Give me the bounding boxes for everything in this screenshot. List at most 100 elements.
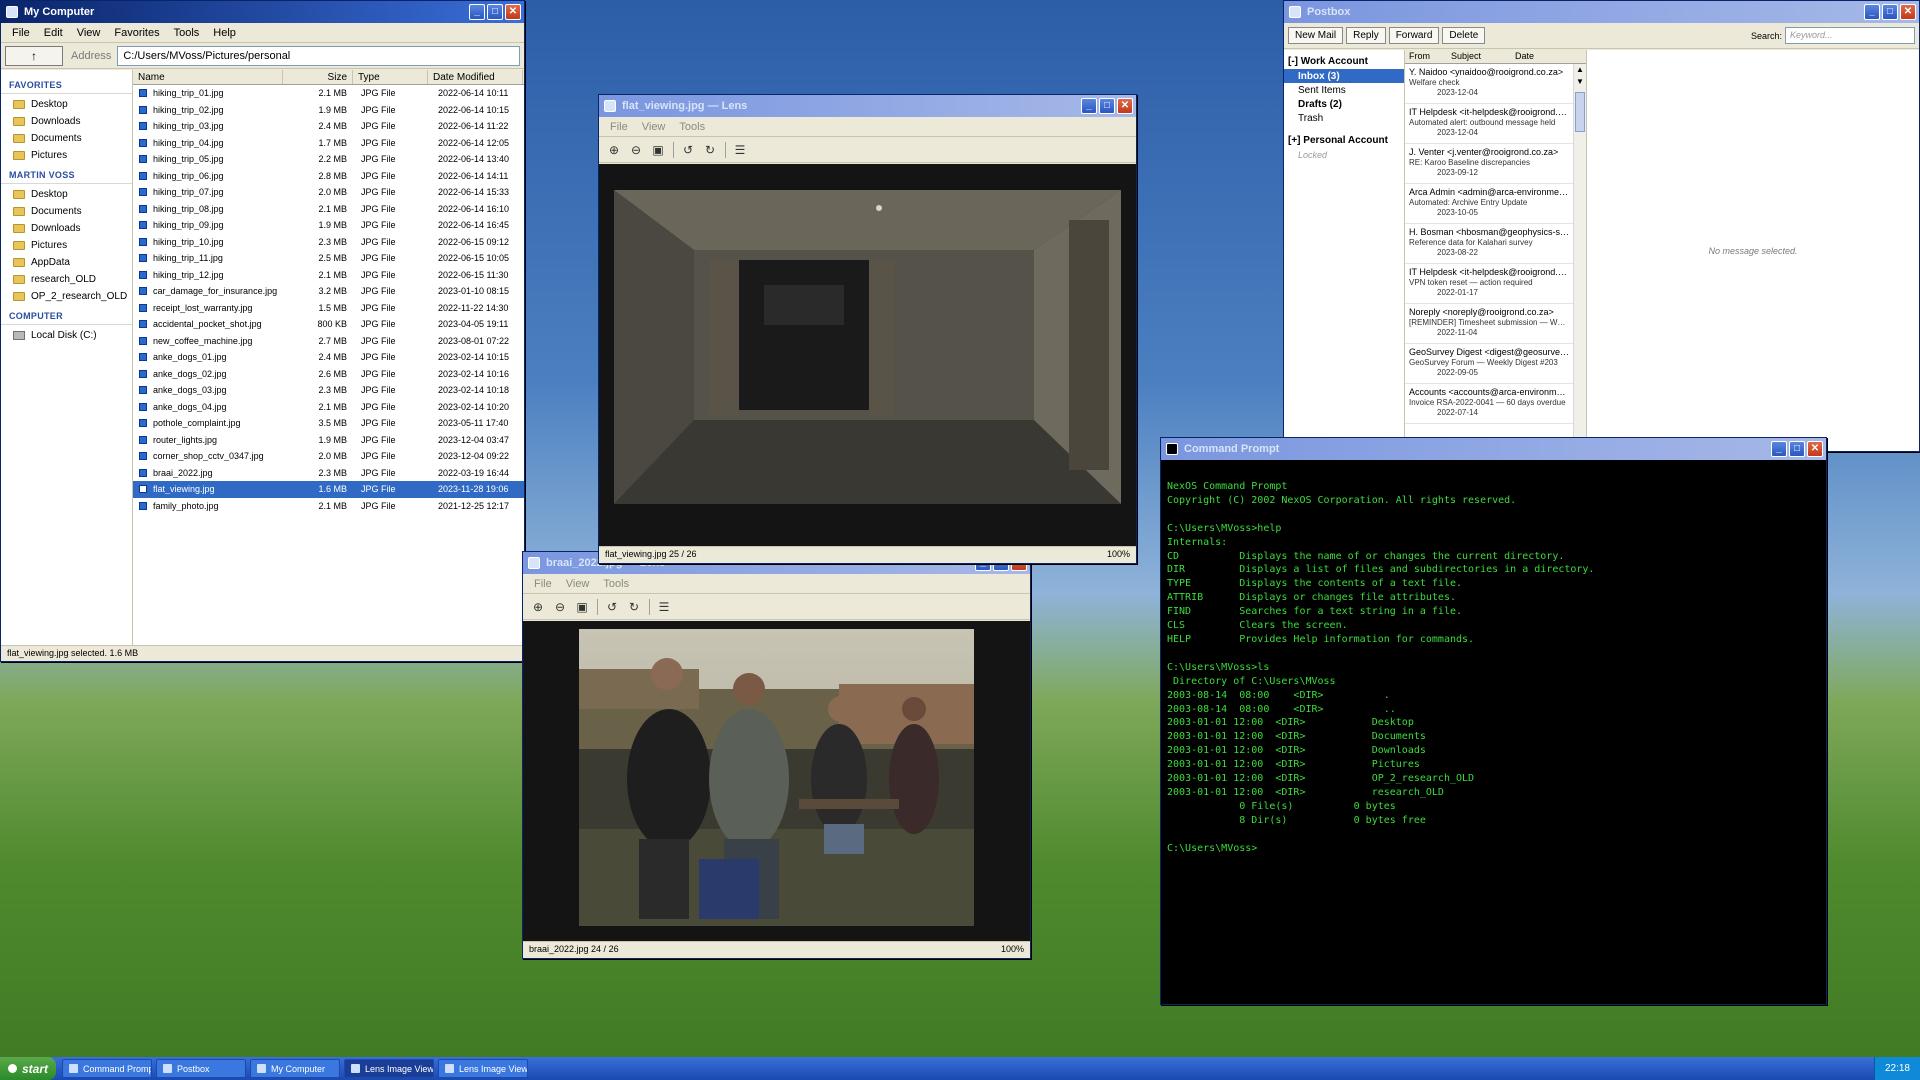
close-button[interactable]: ✕	[1117, 98, 1133, 114]
menu-view[interactable]: View	[559, 578, 597, 590]
message-item[interactable]: IT Helpdesk <it-helpdesk@rooigrond.co.z.…	[1405, 104, 1573, 144]
lens-viewer-flat-window[interactable]: flat_viewing.jpg — Lens _ □ ✕ File View …	[598, 94, 1137, 564]
maximize-button[interactable]: □	[1099, 98, 1115, 114]
minimize-button[interactable]: _	[1864, 4, 1880, 20]
file-row[interactable]: hiking_trip_09.jpg 1.9 MB JPG File 2022-06-…	[133, 217, 524, 234]
search-input[interactable]: Keyword...	[1785, 27, 1915, 44]
close-button[interactable]: ✕	[1900, 4, 1916, 20]
column-date[interactable]: Date	[1511, 50, 1538, 63]
minimize-button[interactable]: _	[1081, 98, 1097, 114]
file-row[interactable]: anke_dogs_04.jpg 2.1 MB JPG File 2023-02-14…	[133, 399, 524, 416]
taskbar-button[interactable]: Postbox	[156, 1059, 246, 1078]
file-row[interactable]: hiking_trip_08.jpg 2.1 MB JPG File 2022-06-…	[133, 201, 524, 218]
forward-button[interactable]: Forward	[1388, 27, 1440, 44]
nav-item[interactable]: Downloads	[1, 113, 132, 130]
delete-button[interactable]: Delete	[1442, 27, 1486, 44]
properties-icon[interactable]: ☰	[731, 141, 749, 159]
zoom-out-icon[interactable]: ⊖	[551, 598, 569, 616]
file-row[interactable]: receipt_lost_warranty.jpg 1.5 MB JPG File 2…	[133, 300, 524, 317]
file-row[interactable]: pothole_complaint.jpg 3.5 MB JPG File 2023-…	[133, 415, 524, 432]
scroll-up-icon[interactable]: ▲	[1574, 64, 1586, 76]
rotate-left-icon[interactable]: ↺	[603, 598, 621, 616]
menu-file[interactable]: File	[603, 121, 635, 133]
nav-item[interactable]: Local Disk (C:)	[1, 327, 132, 344]
column-subject[interactable]: Subject	[1447, 50, 1511, 63]
column-from[interactable]: From	[1405, 50, 1447, 63]
scroll-down-icon[interactable]: ▼	[1574, 76, 1586, 88]
menu-view[interactable]: View	[70, 27, 108, 39]
file-row[interactable]: car_damage_for_insurance.jpg 3.2 MB JPG Fi…	[133, 283, 524, 300]
file-row[interactable]: hiking_trip_10.jpg 2.3 MB JPG File 2022-06-…	[133, 234, 524, 251]
minimize-button[interactable]: _	[469, 4, 485, 20]
maximize-button[interactable]: □	[1789, 441, 1805, 457]
start-button[interactable]: start	[0, 1057, 56, 1080]
file-row[interactable]: router_lights.jpg 1.9 MB JPG File 2023-12-0…	[133, 432, 524, 449]
file-row[interactable]: hiking_trip_06.jpg 2.8 MB JPG File 2022-06-…	[133, 168, 524, 185]
fit-to-window-icon[interactable]: ▣	[573, 598, 591, 616]
column-date-modified[interactable]: Date Modified	[428, 70, 523, 84]
file-row[interactable]: new_coffee_machine.jpg 2.7 MB JPG File 2023…	[133, 333, 524, 350]
up-folder-button[interactable]: ↑	[5, 45, 63, 66]
nav-item[interactable]: OP_2_research_OLD	[1, 288, 132, 305]
minimize-button[interactable]: _	[1771, 441, 1787, 457]
command-prompt-window[interactable]: Command Prompt _ □ ✕ NexOS Command Promp…	[1160, 437, 1827, 1005]
rotate-right-icon[interactable]: ↻	[701, 141, 719, 159]
taskbar-button[interactable]: Command Prompt	[62, 1059, 152, 1078]
close-button[interactable]: ✕	[1807, 441, 1823, 457]
file-row[interactable]: anke_dogs_03.jpg 2.3 MB JPG File 2023-02-14…	[133, 382, 524, 399]
my-computer-window[interactable]: My Computer _ □ ✕ File Edit View Favorit…	[0, 0, 525, 662]
postbox-titlebar[interactable]: Postbox _ □ ✕	[1284, 1, 1919, 23]
scroll-thumb[interactable]	[1575, 92, 1585, 132]
nav-item[interactable]: Documents	[1, 130, 132, 147]
nav-item[interactable]: Documents	[1, 203, 132, 220]
message-list-scrollbar[interactable]: ▲ ▼	[1573, 64, 1586, 451]
zoom-out-icon[interactable]: ⊖	[627, 141, 645, 159]
clock[interactable]: 22:18	[1885, 1063, 1910, 1074]
message-item[interactable]: Noreply <noreply@rooigrond.co.za> [REMIND…	[1405, 304, 1573, 344]
account-header[interactable]: [-] Work Account	[1284, 54, 1404, 69]
lens-viewer-braai-window[interactable]: braai_2022.jpg — Lens _ □ ✕ File View To…	[522, 551, 1031, 959]
column-type[interactable]: Type	[353, 70, 428, 84]
maximize-button[interactable]: □	[1882, 4, 1898, 20]
file-row[interactable]: flat_viewing.jpg 1.6 MB JPG File 2023-11-28…	[133, 481, 524, 498]
menu-view[interactable]: View	[635, 121, 673, 133]
lens-titlebar[interactable]: flat_viewing.jpg — Lens _ □ ✕	[599, 95, 1136, 117]
mail-folder[interactable]: Inbox (3)	[1284, 69, 1404, 83]
my-computer-titlebar[interactable]: My Computer _ □ ✕	[1, 1, 524, 23]
taskbar-button[interactable]: Lens Image Viewer	[344, 1059, 434, 1078]
taskbar-button[interactable]: My Computer	[250, 1059, 340, 1078]
file-row[interactable]: hiking_trip_03.jpg 2.4 MB JPG File 2022-06-…	[133, 118, 524, 135]
menu-file[interactable]: File	[5, 27, 37, 39]
nav-item[interactable]: research_OLD	[1, 271, 132, 288]
message-item[interactable]: Accounts <accounts@arca-environmental...…	[1405, 384, 1573, 424]
taskbar-button[interactable]: Lens Image Viewer	[438, 1059, 528, 1078]
nav-item[interactable]: Downloads	[1, 220, 132, 237]
menu-help[interactable]: Help	[206, 27, 243, 39]
file-row[interactable]: hiking_trip_05.jpg 2.2 MB JPG File 2022-06-…	[133, 151, 524, 168]
menu-tools[interactable]: Tools	[596, 578, 636, 590]
nav-item[interactable]: AppData	[1, 254, 132, 271]
message-item[interactable]: GeoSurvey Digest <digest@geosurvey-for..…	[1405, 344, 1573, 384]
menu-edit[interactable]: Edit	[37, 27, 70, 39]
message-item[interactable]: Y. Naidoo <ynaidoo@rooigrond.co.za> Welfa…	[1405, 64, 1573, 104]
file-row[interactable]: hiking_trip_11.jpg 2.5 MB JPG File 2022-06-…	[133, 250, 524, 267]
menu-tools[interactable]: Tools	[672, 121, 712, 133]
message-item[interactable]: J. Venter <j.venter@rooigrond.co.za> RE: …	[1405, 144, 1573, 184]
mail-folder[interactable]: Drafts (2)	[1284, 97, 1404, 111]
properties-icon[interactable]: ☰	[655, 598, 673, 616]
file-row[interactable]: family_photo.jpg 2.1 MB JPG File 2021-12-25…	[133, 498, 524, 515]
message-item[interactable]: Arca Admin <admin@arca-environmental... A…	[1405, 184, 1573, 224]
nav-item[interactable]: Pictures	[1, 147, 132, 164]
file-row[interactable]: hiking_trip_04.jpg 1.7 MB JPG File 2022-06-…	[133, 135, 524, 152]
file-row[interactable]: anke_dogs_02.jpg 2.6 MB JPG File 2023-02-14…	[133, 366, 524, 383]
address-input[interactable]: C:/Users/MVoss/Pictures/personal	[117, 45, 520, 66]
zoom-in-icon[interactable]: ⊕	[529, 598, 547, 616]
rotate-right-icon[interactable]: ↻	[625, 598, 643, 616]
nav-item[interactable]: Pictures	[1, 237, 132, 254]
file-row[interactable]: accidental_pocket_shot.jpg 800 KB JPG File…	[133, 316, 524, 333]
rotate-left-icon[interactable]: ↺	[679, 141, 697, 159]
mail-folder[interactable]: Sent Items	[1284, 83, 1404, 97]
file-row[interactable]: hiking_trip_07.jpg 2.0 MB JPG File 2022-06-…	[133, 184, 524, 201]
cmd-titlebar[interactable]: Command Prompt _ □ ✕	[1161, 438, 1826, 460]
zoom-in-icon[interactable]: ⊕	[605, 141, 623, 159]
